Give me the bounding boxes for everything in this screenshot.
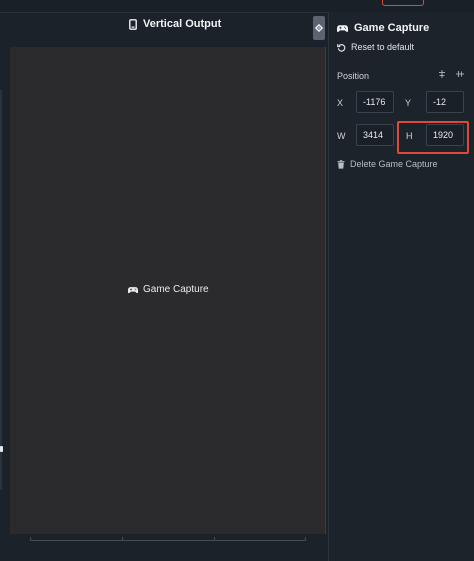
undo-icon: [337, 43, 346, 52]
panel-title-text: Game Capture: [354, 22, 430, 34]
gamepad-icon: [128, 286, 138, 294]
delete-source-button[interactable]: Delete Game Capture: [337, 159, 438, 169]
reset-label: Reset to default: [351, 42, 415, 52]
ruler-tick: [30, 537, 31, 541]
x-position-input[interactable]: -1176: [356, 91, 394, 113]
w-field-label: W: [337, 131, 346, 141]
gear-icon: [315, 24, 323, 32]
vertical-output-canvas[interactable]: Game Capture: [10, 47, 326, 534]
vertical-monitor-icon: [129, 18, 137, 30]
reset-to-default-button[interactable]: Reset to default: [337, 42, 414, 52]
delete-label: Delete Game Capture: [350, 159, 438, 169]
ruler-tick: [122, 537, 123, 541]
preview-header: Vertical Output: [0, 12, 328, 44]
canvas-source-label: Game Capture: [128, 284, 209, 295]
ruler-tick: [214, 537, 215, 541]
align-controls: [438, 70, 464, 78]
preview-settings-button[interactable]: [313, 16, 325, 40]
panel-title: Game Capture: [337, 22, 429, 34]
y-field-label: Y: [405, 98, 412, 108]
y-position-input[interactable]: -12: [426, 91, 464, 113]
trash-icon: [337, 159, 345, 169]
left-panel-edge: [0, 90, 2, 490]
preview-title: Vertical Output: [129, 18, 221, 30]
left-scroll-handle[interactable]: [0, 446, 3, 452]
align-middle-icon[interactable]: [456, 70, 464, 78]
position-section-label: Position: [337, 71, 370, 81]
align-center-icon[interactable]: [438, 70, 446, 78]
top-accent-tab[interactable]: [382, 0, 424, 6]
x-field-label: X: [337, 98, 344, 108]
source-properties-panel: Game Capture Reset to default Position X…: [328, 12, 474, 561]
gamepad-icon: [337, 24, 348, 33]
width-input[interactable]: 3414: [356, 124, 394, 146]
height-field-highlight: [397, 121, 469, 154]
preview-title-text: Vertical Output: [143, 18, 222, 30]
canvas-bottom-ruler: [30, 536, 306, 541]
canvas-source-name: Game Capture: [143, 284, 209, 295]
ruler-tick: [305, 537, 306, 541]
